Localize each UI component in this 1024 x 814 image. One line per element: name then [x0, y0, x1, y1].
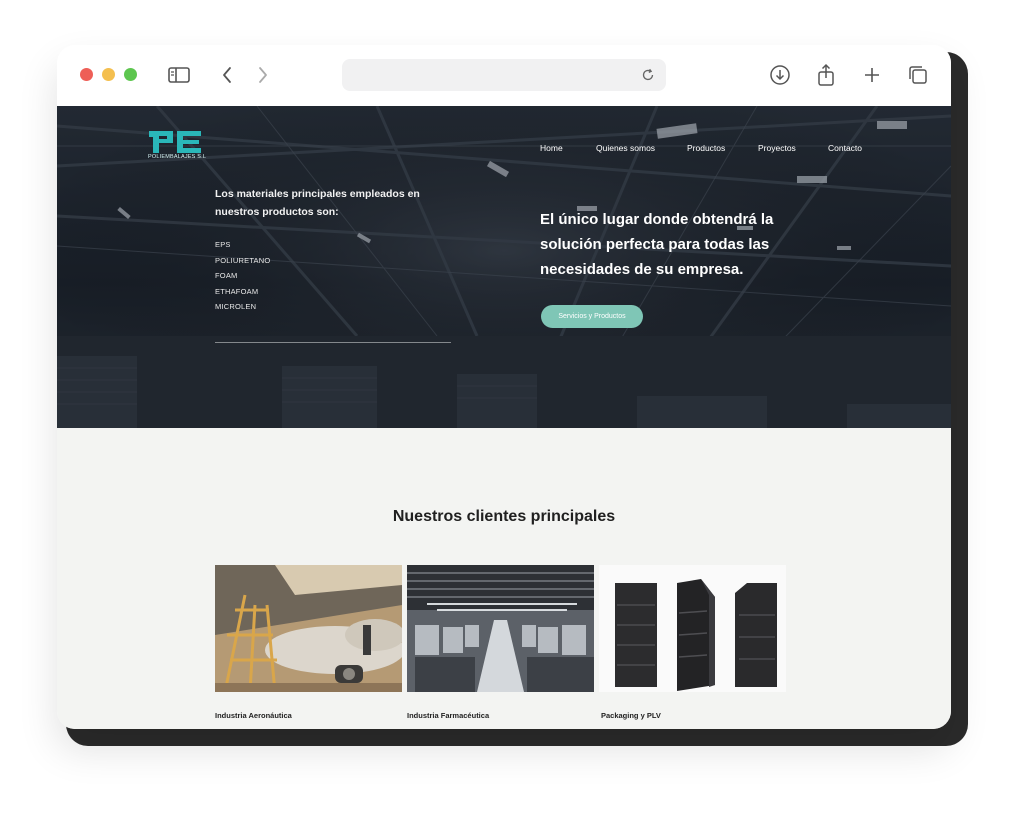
client-label: Packaging y PLV: [601, 711, 661, 720]
minimize-window-button[interactable]: [102, 68, 115, 81]
client-label: Industria Aeronáutica: [215, 711, 292, 720]
hero-section: POLIEMBALAJES S.L Home Quienes somos Pro…: [57, 106, 951, 428]
pharmaceutical-image[interactable]: [407, 565, 594, 692]
poliembalajes-logo[interactable]: [147, 129, 203, 155]
close-window-button[interactable]: [80, 68, 93, 81]
material-item: EPS: [215, 240, 231, 249]
materials-heading: Los materiales principales empleados en …: [215, 188, 420, 218]
back-icon[interactable]: [215, 63, 239, 87]
hero-tagline: El único lugar donde obtendrá la solució…: [540, 211, 774, 278]
client-label: Industria Farmacéutica: [407, 711, 490, 720]
clients-section: Nuestros clientes principales Industria …: [57, 428, 951, 729]
nav-productos[interactable]: Productos: [687, 143, 725, 153]
material-item: FOAM: [215, 271, 238, 280]
nav-home[interactable]: Home: [540, 143, 563, 153]
browser-toolbar: [57, 45, 951, 106]
nav-proyectos[interactable]: Proyectos: [758, 143, 796, 153]
clients-heading: Nuestros clientes principales: [392, 508, 616, 525]
packaging-image[interactable]: [599, 565, 786, 692]
new-tab-icon[interactable]: [860, 63, 884, 87]
maximize-window-button[interactable]: [124, 68, 137, 81]
material-item: ETHAFOAM: [215, 286, 259, 296]
material-item: MICROLEN: [215, 302, 257, 311]
logo-subtitle: POLIEMBALAJES S.L: [148, 154, 207, 160]
forward-icon[interactable]: [251, 63, 275, 87]
address-bar[interactable]: [342, 59, 666, 91]
aeronautics-image[interactable]: [215, 565, 402, 692]
materials-list: EPS POLIURETANO FOAM ETHAFOAM MICROLEN: [215, 237, 270, 315]
nav-quienes-somos[interactable]: Quienes somos: [596, 143, 655, 153]
download-icon[interactable]: [768, 63, 792, 87]
sidebar-icon[interactable]: [167, 63, 191, 87]
nav-contacto[interactable]: Contacto: [828, 143, 862, 153]
material-item: POLIURETANO: [215, 255, 271, 265]
services-products-button[interactable]: Servicios y Productos: [541, 305, 643, 328]
browser-window: POLIEMBALAJES S.L Home Quienes somos Pro…: [57, 45, 951, 729]
divider: [215, 342, 451, 343]
reload-icon[interactable]: [636, 63, 660, 87]
share-icon[interactable]: [814, 63, 838, 87]
tabs-icon[interactable]: [906, 63, 930, 87]
